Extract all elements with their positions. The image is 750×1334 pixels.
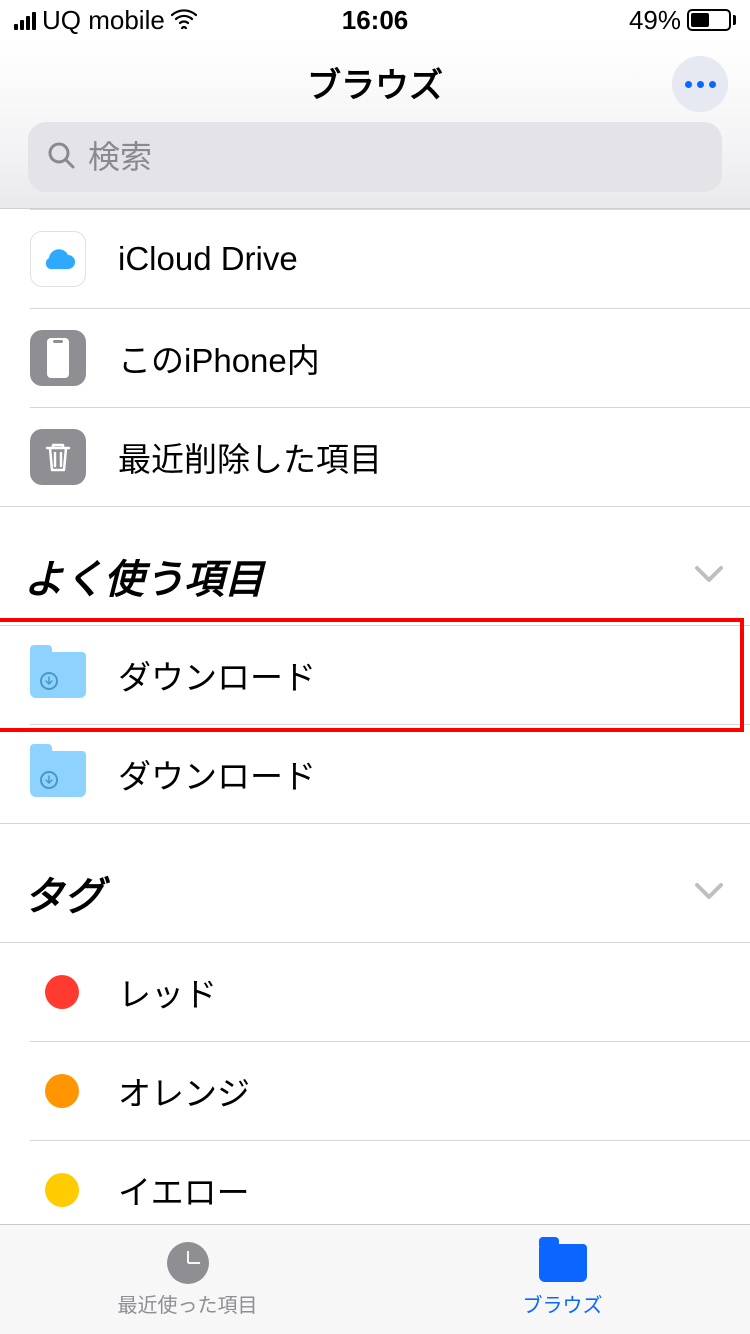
page-title: ブラウズ — [307, 58, 443, 107]
tag-label: レッド — [118, 968, 217, 1016]
tag-label: オレンジ — [118, 1067, 250, 1115]
header: ブラウズ — [0, 40, 750, 209]
folder-download-icon — [30, 751, 86, 797]
tab-label: ブラウズ — [523, 1289, 603, 1318]
tag-label: イエロー — [118, 1166, 250, 1214]
tag-color-icon — [45, 1173, 79, 1207]
favorite-label: ダウンロード — [118, 651, 316, 699]
trash-icon — [30, 429, 86, 485]
status-bar: UQ mobile 16:06 49% — [0, 0, 750, 40]
content: iCloud Drive このiPhone内 最近削除した項目 よく使う項目 ダ… — [0, 209, 750, 1224]
tag-color-icon — [45, 975, 79, 1009]
clock-icon — [167, 1242, 209, 1284]
location-icloud[interactable]: iCloud Drive — [0, 210, 750, 308]
favorite-downloads[interactable]: ダウンロード — [0, 725, 750, 823]
location-on-iphone[interactable]: このiPhone内 — [0, 309, 750, 407]
clock-label: 16:06 — [342, 5, 409, 36]
section-title: タグ — [24, 864, 104, 922]
section-tags-header[interactable]: タグ — [0, 824, 750, 942]
more-button[interactable] — [672, 56, 728, 112]
wifi-icon — [171, 5, 197, 36]
cloud-icon — [30, 231, 86, 287]
battery-icon — [687, 9, 736, 31]
battery-pct: 49% — [629, 5, 681, 36]
search-icon — [46, 140, 76, 175]
location-label: このiPhone内 — [118, 334, 320, 382]
highlight-annotation — [0, 618, 744, 732]
tab-browse[interactable]: ブラウズ — [375, 1225, 750, 1334]
tag-yellow[interactable]: イエロー — [0, 1141, 750, 1224]
section-favorites-header[interactable]: よく使う項目 — [0, 507, 750, 625]
tag-red[interactable]: レッド — [0, 943, 750, 1041]
search-input[interactable] — [88, 139, 704, 176]
carrier-label: UQ mobile — [42, 5, 165, 36]
tag-orange[interactable]: オレンジ — [0, 1042, 750, 1140]
section-title: よく使う項目 — [24, 547, 264, 605]
tab-bar: 最近使った項目 ブラウズ — [0, 1224, 750, 1334]
tab-label: 最近使った項目 — [118, 1289, 258, 1318]
iphone-icon — [30, 330, 86, 386]
location-recently-deleted[interactable]: 最近削除した項目 — [0, 408, 750, 506]
location-label: 最近削除した項目 — [118, 433, 382, 481]
tag-color-icon — [45, 1074, 79, 1108]
location-label: iCloud Drive — [118, 240, 298, 278]
search-field[interactable] — [28, 122, 722, 192]
signal-icon — [14, 10, 36, 30]
chevron-down-icon — [694, 565, 724, 588]
folder-icon — [539, 1244, 587, 1282]
tab-recents[interactable]: 最近使った項目 — [0, 1225, 375, 1334]
favorite-downloads[interactable]: ダウンロード — [0, 626, 750, 724]
folder-download-icon — [30, 652, 86, 698]
chevron-down-icon — [694, 882, 724, 905]
favorite-label: ダウンロード — [118, 750, 316, 798]
